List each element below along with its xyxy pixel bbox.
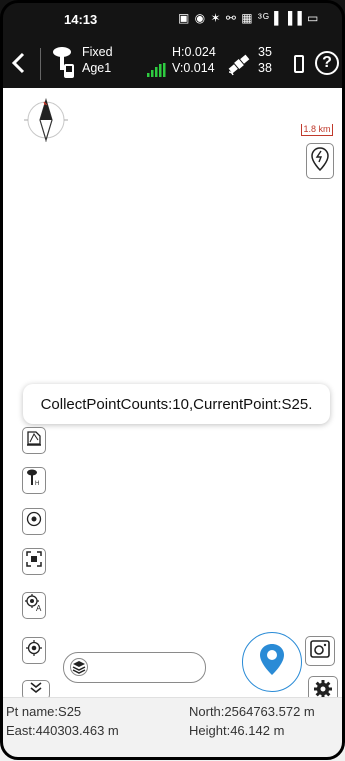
locate-button[interactable] <box>22 637 46 664</box>
location-search-icon <box>311 146 329 176</box>
layer-selector[interactable] <box>63 652 206 683</box>
compass-icon[interactable] <box>22 96 70 149</box>
back-icon[interactable] <box>8 48 30 78</box>
status-bar: 14:13 ▣ ◉ ✶ ⚯ ▦ ³ᴳ▐ ▐▐ ▭ <box>0 0 345 40</box>
map-camera-icon <box>310 639 330 663</box>
layers-icon <box>70 658 88 681</box>
area-icon <box>26 430 42 451</box>
gnss-toolbar: Fixed Age1 H:0.024 V:0.014 35 38 ? <box>0 40 345 88</box>
point-collect-button[interactable] <box>242 632 302 692</box>
satellite-icon[interactable] <box>226 52 252 81</box>
system-status-icons: ▣ ◉ ✶ ⚯ ▦ ³ᴳ▐ ▐▐ ▭ <box>178 11 320 25</box>
auto-locate-icon: A <box>25 594 43 617</box>
point-name: Pt name:S25 <box>6 704 82 719</box>
north-coordinate: North:2564763.572 m <box>189 704 315 719</box>
locate-icon <box>26 640 42 661</box>
battery-icon <box>294 55 304 73</box>
sats-used: 35 <box>258 45 272 59</box>
east-coordinate: East:440303.463 m <box>6 723 119 738</box>
age-value: Age1 <box>82 61 112 75</box>
fullscreen-button[interactable] <box>22 548 46 575</box>
signal-icon <box>147 63 167 82</box>
antenna-icon: H <box>26 469 42 492</box>
svg-text:A: A <box>36 604 42 612</box>
sats-visible: 38 <box>258 61 272 75</box>
toolbar-divider <box>40 48 41 80</box>
h-precision: H:0.024 <box>172 45 216 59</box>
target-icon <box>26 511 42 532</box>
point-info-panel: Pt name:S25 North:2564763.572 m East:440… <box>0 697 345 761</box>
height-value: Height:46.142 m <box>189 723 285 738</box>
location-search-button[interactable] <box>306 143 334 179</box>
v-precision: V:0.014 <box>172 61 215 75</box>
map-scale: 1.8 km <box>301 124 333 136</box>
svg-text:H: H <box>35 481 39 487</box>
target-button[interactable] <box>22 508 46 535</box>
fullscreen-icon <box>26 551 42 572</box>
collect-toast: CollectPointCounts:10,CurrentPoint:S25. <box>23 384 330 424</box>
map-camera-button[interactable] <box>305 636 335 666</box>
auto-locate-button[interactable]: A <box>22 592 46 619</box>
antenna-button[interactable]: H <box>22 467 46 494</box>
status-time: 14:13 <box>64 12 98 27</box>
area-button[interactable] <box>22 427 46 454</box>
help-icon[interactable]: ? <box>315 51 339 75</box>
point-collect-icon <box>258 642 286 683</box>
rover-icon[interactable] <box>52 46 76 85</box>
fix-status: Fixed <box>82 45 113 59</box>
